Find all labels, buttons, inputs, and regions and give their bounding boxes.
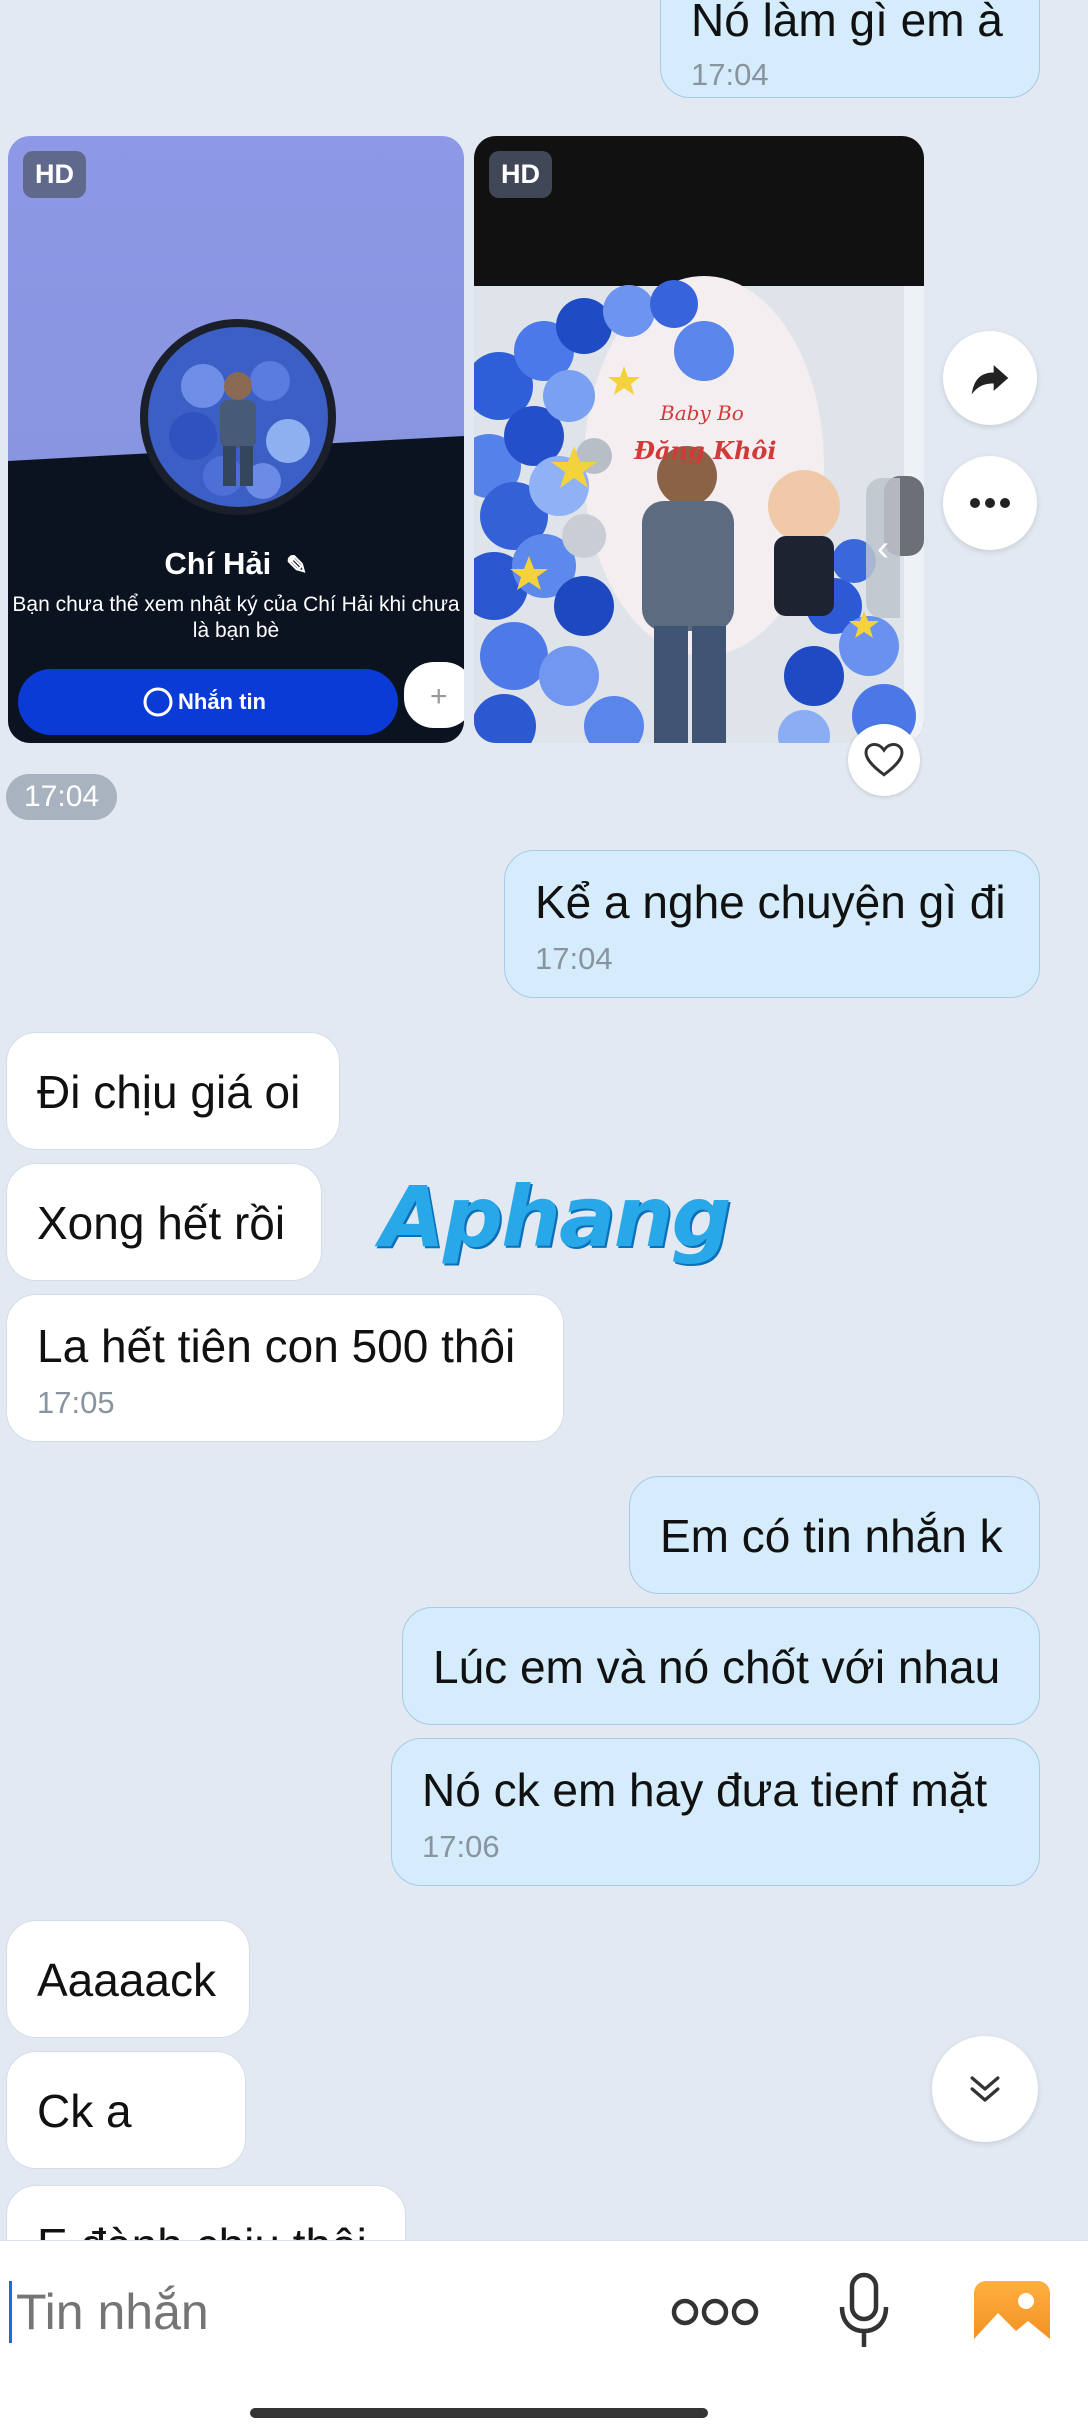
message-time: 17:06 [422,1829,500,1864]
microphone-icon [839,2272,889,2347]
message-time: 17:05 [37,1385,115,1420]
edit-icon: ✎ [285,550,308,580]
heart-icon [864,742,904,777]
message-text: Xong hết rồi [37,1197,286,1249]
message-text: Kể a nghe chuyện gì đi [535,876,1006,928]
message-bubble-received[interactable]: Aaaaack [6,1920,250,2038]
message-input[interactable] [14,2271,618,2353]
banner-text-2: Đăng Khôi [634,436,777,465]
message-bubble-received[interactable]: Xong hết rồi [6,1163,322,1281]
message-bubble-sent[interactable]: Em có tin nhắn k [629,1476,1040,1594]
photo-time-pill: 17:04 [6,774,118,820]
message-text: Aaaaack [37,1954,217,2006]
text-cursor [9,2281,12,2343]
more-options-button[interactable] [943,456,1037,550]
message-bubble-received[interactable]: Đi chịu giá oi [6,1032,340,1150]
message-text: Đi chịu giá oi [37,1066,301,1118]
forward-button[interactable] [943,331,1037,425]
message-bubble-sent[interactable]: Lúc em và nó chốt với nhau [402,1607,1040,1725]
message-text: Lúc em và nó chốt với nhau [433,1641,1001,1693]
profile-note: Bạn chưa thể xem nhật ký của Chí Hải khi… [12,593,460,642]
photo-picker-button[interactable] [974,2281,1050,2351]
hd-badge: HD [489,151,552,198]
more-dots-icon [671,2298,759,2326]
photo-event[interactable]: Baby Bo Đăng Khôi HD [474,136,924,743]
double-chevron-down-icon [970,2076,1000,2102]
add-friend-icon: + [430,680,448,713]
more-actions-button[interactable] [670,2289,760,2335]
home-indicator [250,2408,708,2418]
voice-button[interactable] [836,2271,892,2351]
message-text: Ck a [37,2085,132,2137]
photo-profile-screenshot[interactable]: HD Chí Hải ✎ Bạn chưa thể xem nhật ký củ… [8,136,464,743]
forward-icon [971,365,1009,395]
scroll-to-bottom-button[interactable] [932,2036,1038,2142]
image-icon [974,2293,1050,2351]
message-text: Em có tin nhắn k [660,1510,1003,1562]
message-bubble-received[interactable]: Ck a [6,2051,246,2169]
composer-bar [0,2240,1088,2434]
message-time: 17:04 [535,941,613,976]
profile-name: Chí Hải ✎ [8,546,464,582]
message-text: Nó ck em hay đưa tienf mặt [422,1764,988,1816]
profile-name-text: Chí Hải [164,546,272,581]
collapse-side-tab[interactable]: ‹ [866,478,900,618]
message-bubble-sent[interactable]: Nó ck em hay đưa tienf mặt 17:06 [391,1738,1040,1886]
hd-badge: HD [23,151,86,198]
message-bubble-sent[interactable]: Kể a nghe chuyện gì đi 17:04 [504,850,1040,998]
profile-illustration [8,319,464,743]
message-time: 17:04 [691,57,769,92]
chevron-left-icon: ‹ [877,527,889,568]
message-bubble-received[interactable]: La hết tiên con 500 thôi 17:05 [6,1294,564,1442]
message-bubble-sent[interactable]: Nó làm gì em à 17:04 [660,0,1040,98]
react-heart-button[interactable] [848,724,920,796]
banner-text-1: Baby Bo [660,401,744,425]
message-text: La hết tiên con 500 thôi [37,1320,516,1372]
watermark-logo: Aphang [380,1168,732,1266]
message-button-label: Nhắn tin [178,689,266,714]
message-text: Nó làm gì em à [691,0,1003,46]
more-icon [970,498,1010,508]
